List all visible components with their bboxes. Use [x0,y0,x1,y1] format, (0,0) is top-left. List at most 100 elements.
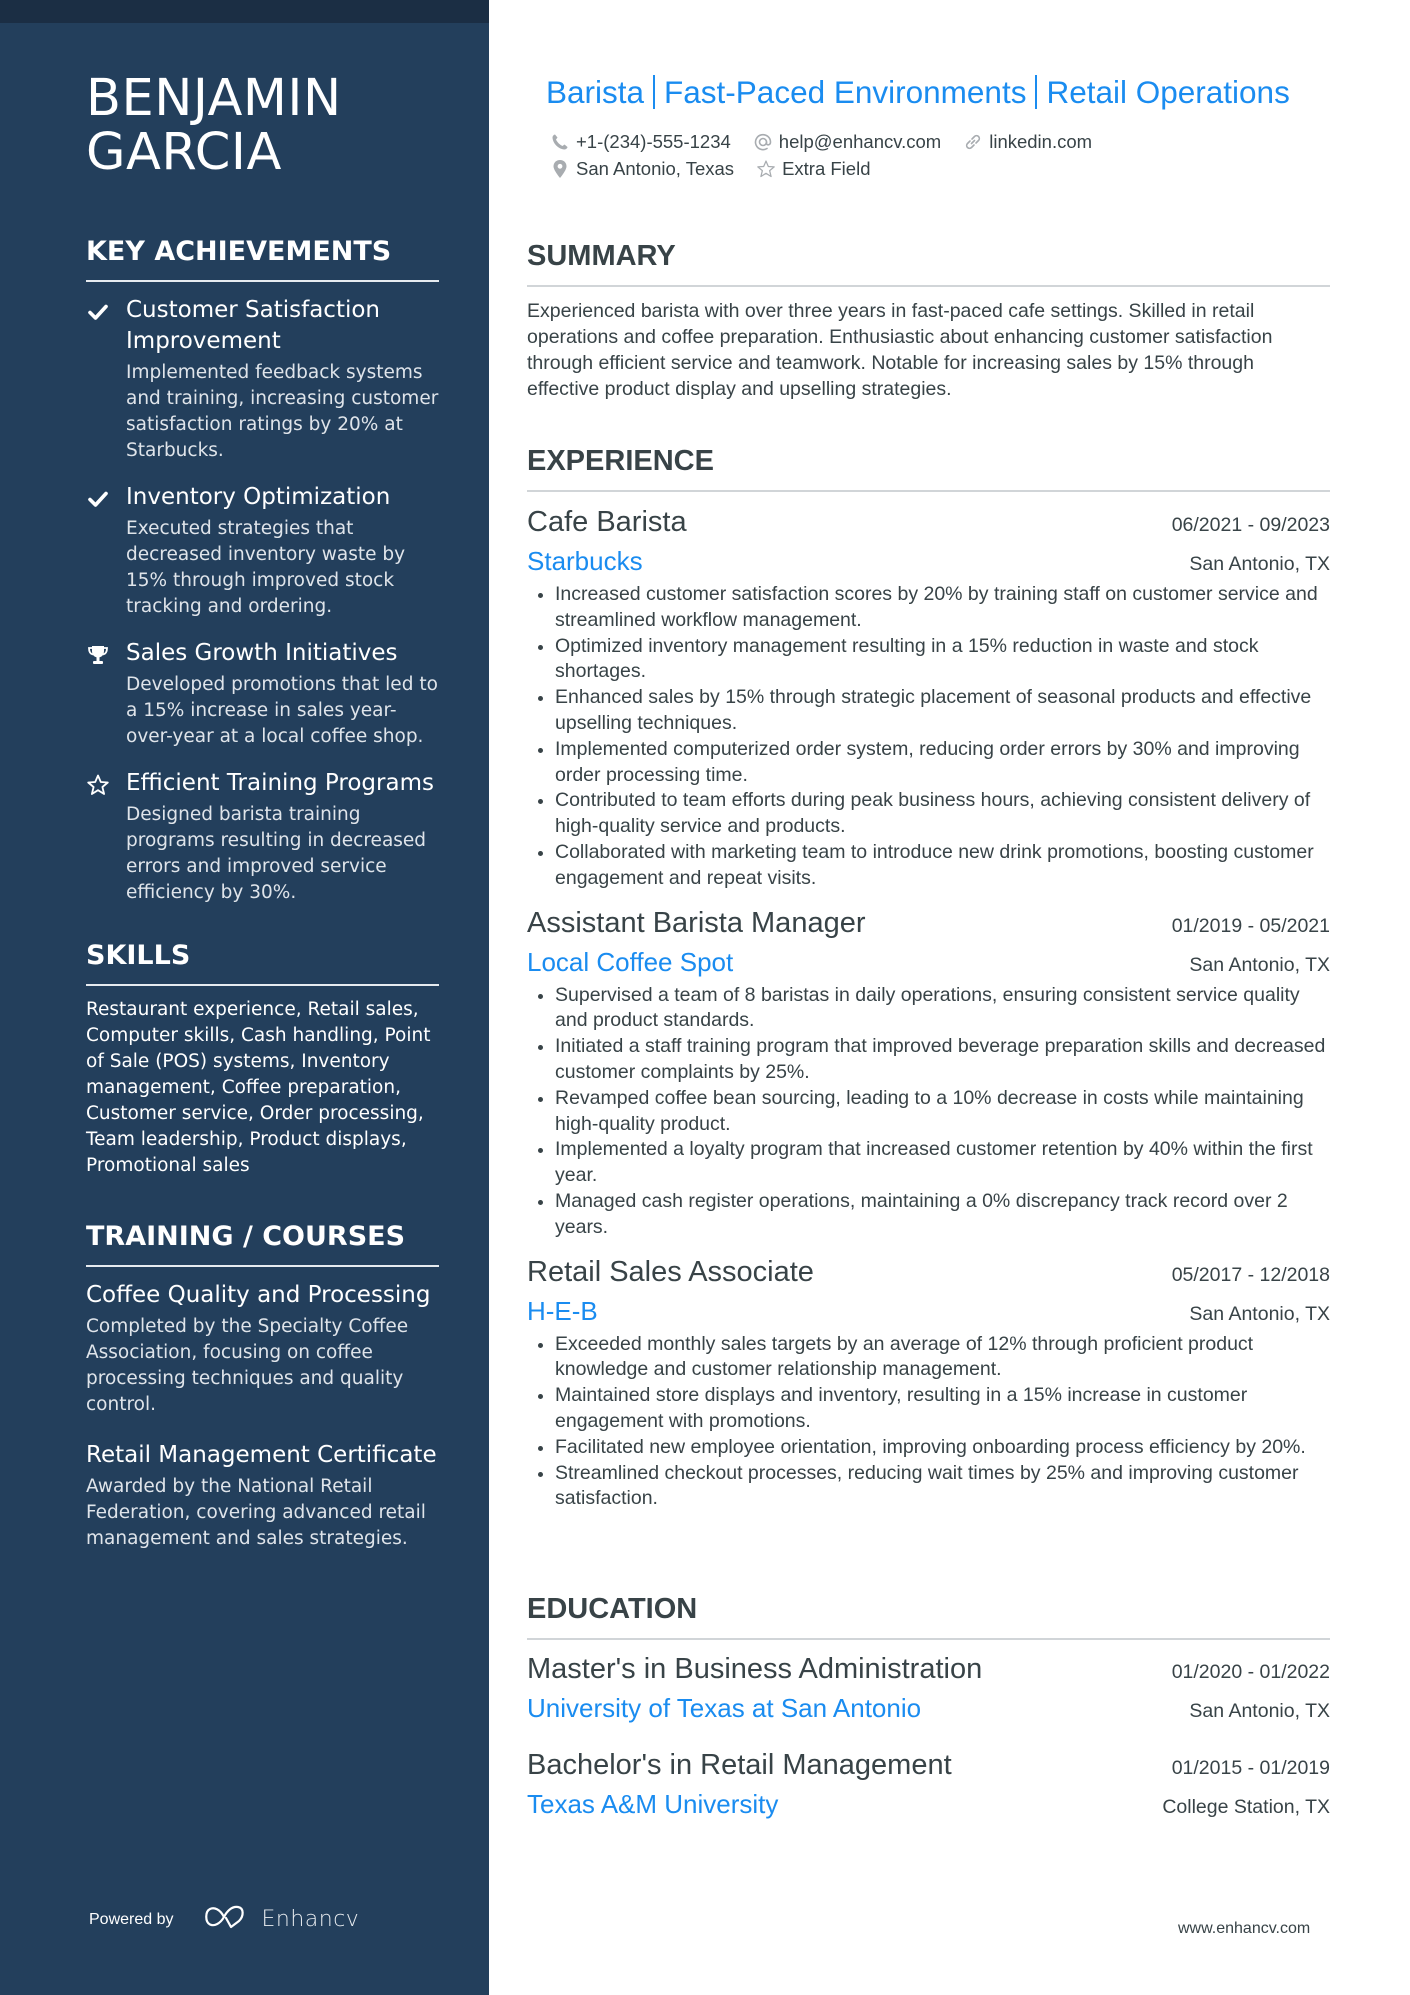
key-achievements-title: KEY ACHIEVEMENTS [86,236,439,282]
bullet-item: Optimized inventory management resulting… [527,634,1330,686]
name-last: GARCIA [86,123,282,182]
training-section: TRAINING / COURSES Coffee Quality and Pr… [86,1221,439,1552]
bullet-item: Facilitated new employee orientation, im… [527,1435,1330,1461]
job-dates: 01/2019 - 05/2021 [1171,914,1330,937]
company-name: H-E-B [527,1295,598,1326]
achievement-title: Inventory Optimization [126,484,391,510]
bullet-item: Exceeded monthly sales targets by an ave… [527,1332,1330,1384]
experience-entry: Cafe Barista 06/2021 - 09/2023 Starbucks… [527,503,1330,892]
check-icon [86,300,110,324]
achievement-title: Efficient Training Programs [126,770,434,796]
job-location: San Antonio, TX [1189,953,1330,976]
achievement-item: Efficient Training Programs Designed bar… [86,768,439,906]
powered-by: Powered by Enhancv [89,1904,359,1935]
course-item: Retail Management Certificate Awarded by… [86,1440,439,1552]
contact-info: +1-(234)-555-1234 help@enhancv.com linke… [550,128,1330,182]
summary-text: Experienced barista with over three year… [527,300,1273,400]
extra-field-text: Extra Field [782,157,871,179]
bullet-item: Enhanced sales by 15% through strategic … [527,685,1330,737]
sidebar: BENJAMIN GARCIA KEY ACHIEVEMENTS Custome… [0,0,489,1995]
sidebar-top-band [0,0,489,23]
name-first: BENJAMIN [86,69,342,128]
job-title: Cafe Barista [527,506,687,538]
entry-subheader: Local Coffee Spot San Antonio, TX [527,942,1330,982]
headline-part: Retail Operations [1046,74,1290,110]
entry-header: Cafe Barista 06/2021 - 09/2023 [527,503,1330,541]
entry-header: Assistant Barista Manager 01/2019 - 05/2… [527,904,1330,942]
education-dates: 01/2015 - 01/2019 [1171,1757,1330,1779]
bullet-item: Contributed to team efforts during peak … [527,788,1330,840]
bullet-item: Managed cash register operations, mainta… [527,1189,1330,1241]
enhancv-wordmark: Enhancv [261,1907,360,1932]
headline: Barista Fast-Paced Environments Retail Ope… [546,72,1290,112]
enhancv-logo[interactable]: Enhancv [202,1904,360,1935]
contact-phone[interactable]: +1-(234)-555-1234 [550,131,731,153]
job-dates: 06/2021 - 09/2023 [1171,514,1330,536]
contact-link[interactable]: linkedin.com [963,131,1092,153]
at-sign-icon [753,132,773,152]
entry-subheader: H-E-B San Antonio, TX [527,1291,1330,1331]
bullet-item: Collaborated with marketing team to intr… [527,840,1330,892]
education-entry: Bachelor's in Retail Management 01/2015 … [527,1746,1330,1824]
course-item: Coffee Quality and Processing Completed … [86,1280,439,1418]
contact-email[interactable]: help@enhancv.com [753,131,941,153]
bullet-item: Implemented a loyalty program that incre… [527,1137,1330,1189]
bullet-item: Streamlined checkout processes, reducing… [527,1461,1330,1513]
entry-header: Master's in Business Administration 01/2… [527,1650,1330,1688]
job-dates: 05/2017 - 12/2018 [1171,1263,1330,1286]
bullet-item: Initiated a staff training program that … [527,1034,1330,1086]
job-bullets: Supervised a team of 8 baristas in daily… [527,983,1330,1241]
achievement-item: Customer Satisfaction Improvement Implem… [86,295,439,464]
achievements-list: Customer Satisfaction Improvement Implem… [86,295,439,906]
entry-header: Bachelor's in Retail Management 01/2015 … [527,1746,1330,1784]
experience-section: EXPERIENCE Cafe Barista 06/2021 - 09/202… [527,444,1330,1512]
link-text: linkedin.com [989,130,1093,152]
powered-by-label: Powered by [89,1910,174,1928]
bullet-item: Increased customer satisfaction scores b… [527,582,1330,634]
trophy-icon [86,643,110,667]
achievement-item: Inventory Optimization Executed strategi… [86,482,439,620]
course-title: Coffee Quality and Processing [86,1282,431,1308]
education-section: EDUCATION Master's in Business Administr… [527,1592,1330,1824]
skills-section: SKILLS Restaurant experience, Retail sal… [86,940,439,1179]
link-icon [963,132,983,152]
headline-separator [1035,75,1038,109]
job-title: Retail Sales Associate [527,1255,814,1288]
summary-section: SUMMARY Experienced barista with over th… [527,239,1330,402]
course-description: Completed by the Specialty Coffee Associ… [86,1316,409,1415]
achievement-description: Developed promotions that led to a 15% i… [126,674,438,747]
job-bullets: Increased customer satisfaction scores b… [527,582,1330,892]
entry-header: Retail Sales Associate 05/2017 - 12/2018 [527,1253,1330,1291]
contact-row: San Antonio, Texas Extra Field [550,155,1330,182]
achievement-description: Executed strategies that decreased inven… [126,518,406,617]
contact-location: San Antonio, Texas [550,158,734,180]
education-title: EDUCATION [527,1592,1330,1640]
company-name: Starbucks [527,546,643,576]
sidebar-content: BENJAMIN GARCIA KEY ACHIEVEMENTS Custome… [86,72,439,1552]
entry-subheader: Texas A&M University College Station, TX [527,1784,1330,1824]
education-location: College Station, TX [1162,1796,1330,1818]
phone-number: +1-(234)-555-1234 [576,130,731,152]
contact-extra: Extra Field [756,158,870,180]
job-title: Assistant Barista Manager [527,906,866,939]
entry-subheader: University of Texas at San Antonio San A… [527,1688,1330,1728]
education-location: San Antonio, TX [1189,1700,1330,1722]
footer-website-link[interactable]: www.enhancv.com [1178,1920,1310,1938]
location-pin-icon [550,159,570,179]
achievement-item: Sales Growth Initiatives Developed promo… [86,638,439,750]
school-name: University of Texas at San Antonio [527,1693,922,1723]
bullet-item: Maintained store displays and inventory,… [527,1383,1330,1435]
job-bullets: Exceeded monthly sales targets by an ave… [527,1332,1330,1513]
bullet-item: Supervised a team of 8 baristas in daily… [527,983,1330,1035]
company-name: Local Coffee Spot [527,946,734,977]
candidate-name: BENJAMIN GARCIA [86,72,439,180]
check-icon [86,487,110,511]
key-achievements-section: KEY ACHIEVEMENTS Customer Satisfaction I… [86,236,439,906]
headline-separator [653,75,656,109]
achievement-title: Sales Growth Initiatives [126,640,398,666]
training-title: TRAINING / COURSES [86,1221,439,1267]
job-location: San Antonio, TX [1189,553,1330,575]
experience-entry: Retail Sales Associate 05/2017 - 12/2018… [527,1253,1330,1513]
school-name: Texas A&M University [527,1789,779,1819]
location-text: San Antonio, Texas [576,157,735,179]
